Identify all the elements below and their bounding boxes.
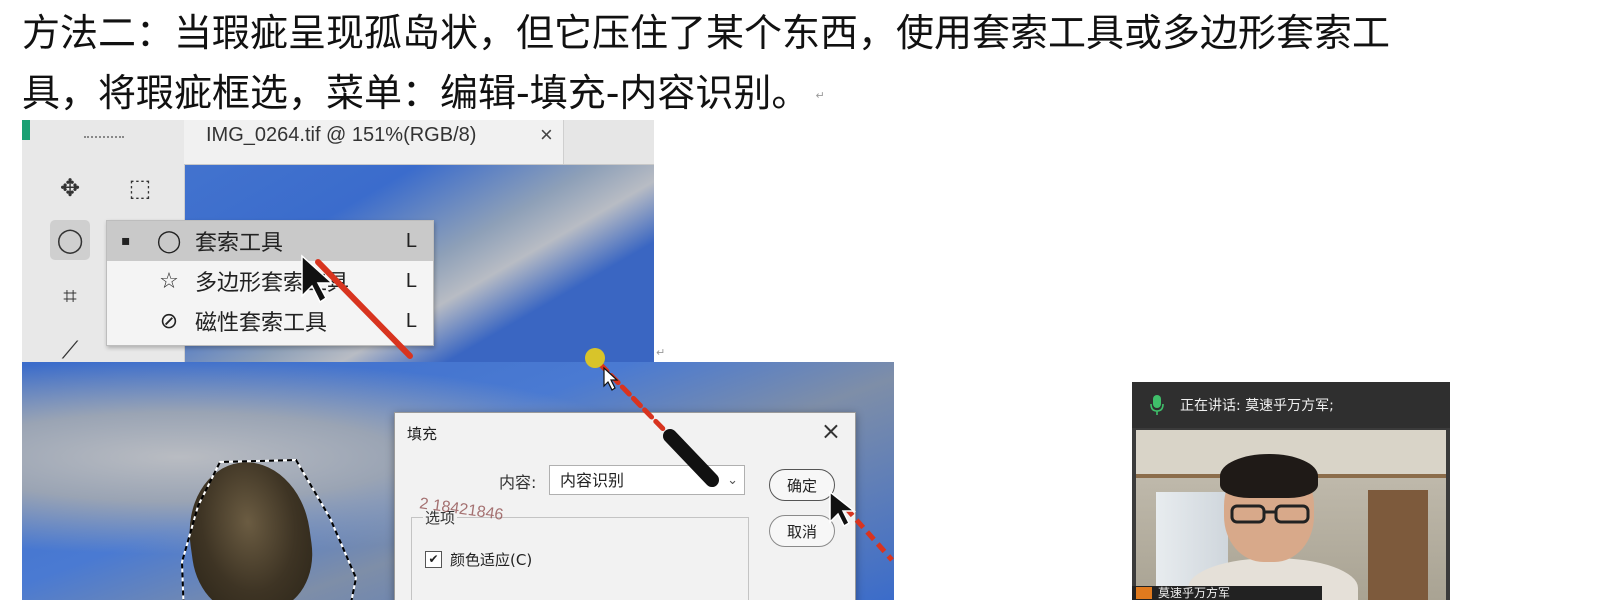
document-tab[interactable]: IMG_0264.tif @ 151%(RGB/8) × — [184, 120, 564, 164]
color-adapt-checkbox[interactable]: ✔ 颜色适应(C) — [425, 549, 532, 570]
instruction-line-1: 方法二：当瑕疵呈现孤岛状，但它压住了某个东西，使用套索工具或多边形套索工 — [22, 11, 1391, 55]
content-select[interactable]: 内容识别 ⌄ — [549, 465, 745, 495]
document-tab-title: IMG_0264.tif @ 151%(RGB/8) — [206, 124, 477, 146]
flyout-item-label: 多边形套索工具 — [195, 271, 350, 296]
photoshop-screenshot: ✥ ⬚ ◯ ⌗ ⟋ IMG_0264.tif @ 151%(RGB/8) × ▪… — [22, 120, 654, 364]
speaking-bar: 正在讲话: 莫速乎万方军; — [1132, 382, 1450, 428]
close-icon[interactable]: × — [821, 417, 841, 445]
lasso-tool-flyout: ▪ ◯ 套索工具 L ☆ 多边形套索工具 L ⊘ 磁性套索工具 L — [106, 220, 434, 346]
document-tabbar: IMG_0264.tif @ 151%(RGB/8) × — [184, 120, 654, 165]
color-adapt-label: 颜色适应(C) — [450, 551, 533, 569]
paragraph-mark-icon: ↵ — [656, 346, 666, 359]
flyout-item-magnetic-lasso[interactable]: ⊘ 磁性套索工具 L — [107, 301, 433, 341]
move-tool-icon[interactable]: ✥ — [50, 168, 90, 208]
microphone-icon — [1150, 395, 1164, 415]
video-feed[interactable] — [1136, 430, 1446, 600]
checkbox-check-icon: ✔ — [425, 551, 442, 568]
flyout-item-shortcut: L — [405, 269, 417, 292]
presenter-glasses — [1230, 504, 1310, 524]
paragraph-mark-icon: ↵ — [815, 88, 825, 102]
dialog-title: 填充 — [407, 425, 438, 443]
lasso-icon: ◯ — [156, 228, 182, 254]
lasso-icon[interactable]: ◯ — [50, 220, 90, 260]
rect-marquee-icon[interactable]: ⬚ — [120, 168, 160, 208]
cancel-button[interactable]: 取消 — [769, 515, 835, 547]
fill-dialog-screenshot: 填充 × 内容: 内容识别 ⌄ 确定 取消 选项 ✔ 颜色适应(C) 2 184… — [22, 362, 894, 600]
flyout-item-polygon-lasso[interactable]: ☆ 多边形套索工具 L — [107, 261, 433, 301]
video-call-window: 正在讲话: 莫速乎万方军; 莫速乎万方军 — [1132, 382, 1450, 600]
panel-accent — [22, 120, 30, 140]
polygon-lasso-icon: ☆ — [159, 268, 179, 294]
chevron-down-icon: ⌄ — [727, 473, 738, 488]
flyout-item-lasso[interactable]: ▪ ◯ 套索工具 L — [107, 221, 433, 261]
flyout-item-shortcut: L — [405, 309, 417, 332]
lasso-selection-outline — [180, 458, 358, 600]
participant-name: 莫速乎万方军 — [1158, 586, 1231, 600]
content-label: 内容: — [499, 473, 537, 492]
ok-button[interactable]: 确定 — [769, 469, 835, 501]
video-background-door — [1368, 490, 1428, 600]
magnetic-lasso-icon: ⊘ — [159, 308, 179, 334]
close-tab-icon[interactable]: × — [540, 120, 553, 150]
content-select-value: 内容识别 — [560, 471, 625, 490]
panel-grip[interactable] — [84, 136, 124, 142]
eyedropper-icon[interactable]: ⟋ — [50, 330, 90, 364]
fill-dialog: 填充 × 内容: 内容识别 ⌄ 确定 取消 选项 ✔ 颜色适应(C) 2 184… — [394, 412, 856, 600]
participant-name-tag: 莫速乎万方军 — [1132, 586, 1322, 600]
flyout-item-shortcut: L — [405, 229, 417, 252]
active-bullet-icon: ▪ — [121, 233, 131, 249]
instruction-line-2: 具，将瑕疵框选，菜单：编辑-填充-内容识别。 ↵ — [22, 66, 1603, 123]
speaking-indicator-text: 正在讲话: 莫速乎万方军; — [1180, 398, 1334, 414]
participant-icon — [1136, 587, 1152, 599]
flyout-item-label: 套索工具 — [195, 231, 284, 256]
instruction-line-2-text: 具，将瑕疵框选，菜单：编辑-填充-内容识别。 — [22, 71, 810, 115]
flyout-item-label: 磁性套索工具 — [195, 311, 328, 336]
crop-icon[interactable]: ⌗ — [50, 276, 90, 316]
presenter-hair — [1220, 454, 1318, 498]
